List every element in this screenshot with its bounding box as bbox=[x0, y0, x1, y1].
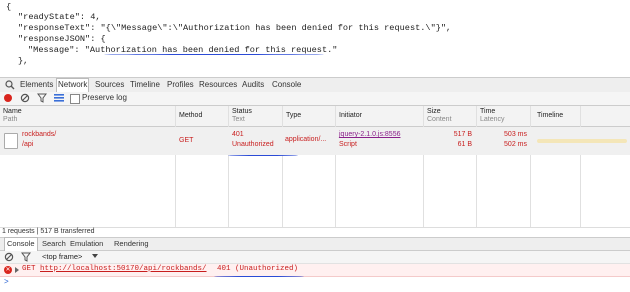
console-prompt[interactable]: > bbox=[0, 277, 630, 289]
tab-audits[interactable]: Audits bbox=[242, 79, 264, 91]
request-latency: 502 ms bbox=[504, 141, 527, 148]
console-url-link[interactable]: http://localhost:50170/api/rockbands/ bbox=[40, 265, 207, 273]
error-icon: ✕ bbox=[4, 266, 12, 274]
request-row[interactable]: rockbands/ /api GET 401 Unauthorized app… bbox=[0, 127, 630, 155]
response-json-view: { "readyState": 4, "responseText": "{\"M… bbox=[0, 0, 630, 68]
console-method: GET bbox=[22, 265, 36, 273]
drawer-tab-rendering[interactable]: Rendering bbox=[114, 238, 149, 250]
column-header-size[interactable]: Size Content bbox=[424, 106, 477, 127]
request-name: rockbands/ bbox=[22, 131, 57, 138]
clear-console-icon[interactable] bbox=[4, 252, 14, 262]
header-sublabel: Path bbox=[3, 116, 18, 123]
request-time: 503 ms bbox=[504, 131, 527, 138]
tab-console[interactable]: Console bbox=[272, 79, 301, 91]
filter-icon[interactable] bbox=[21, 252, 31, 262]
request-initiator-type: Script bbox=[339, 141, 357, 148]
drawer-tab-emulation[interactable]: Emulation bbox=[70, 238, 103, 250]
request-type: application/... bbox=[285, 136, 327, 143]
header-label: Time bbox=[480, 108, 496, 115]
document-icon bbox=[4, 133, 18, 149]
header-label: Timeline bbox=[537, 112, 564, 119]
json-line: }, bbox=[18, 56, 29, 66]
tab-network[interactable]: Network bbox=[56, 78, 90, 92]
checkbox-icon[interactable] bbox=[70, 94, 80, 104]
column-header-time[interactable]: Time Latency bbox=[477, 106, 531, 127]
header-label: Status bbox=[232, 108, 252, 115]
header-sublabel: Latency bbox=[480, 116, 505, 123]
header-label: Method bbox=[179, 112, 203, 119]
search-icon[interactable] bbox=[5, 80, 15, 90]
header-label: Initiator bbox=[339, 112, 362, 119]
tab-resources[interactable]: Resources bbox=[199, 79, 237, 91]
json-line: { bbox=[6, 2, 12, 12]
dropdown-icon[interactable] bbox=[92, 254, 98, 258]
filter-icon[interactable] bbox=[37, 93, 47, 103]
drawer-tab-console[interactable]: Console bbox=[4, 237, 38, 251]
tab-sources[interactable]: Sources bbox=[95, 79, 124, 91]
header-sublabel: Text bbox=[232, 116, 245, 123]
annotation-underline bbox=[104, 54, 324, 55]
drawer-tabbar: Console Search Emulation Rendering bbox=[0, 237, 630, 251]
preserve-log-label[interactable]: Preserve log bbox=[82, 93, 127, 102]
json-line: "responseJSON": { bbox=[18, 34, 106, 44]
header-sublabel: Content bbox=[427, 116, 452, 123]
console-error-message: ✕ GET http://localhost:50170/api/rockban… bbox=[0, 264, 630, 277]
console-status-code: 401 (Unauthorized) bbox=[217, 265, 299, 273]
annotation-underline bbox=[228, 155, 298, 156]
column-header-name[interactable]: Name Path bbox=[0, 106, 176, 127]
json-line: "responseText": "{\"Message\":\"Authoriz… bbox=[18, 23, 452, 33]
list-view-icon[interactable] bbox=[54, 94, 64, 102]
header-label: Name bbox=[3, 108, 22, 115]
request-path: /api bbox=[22, 141, 34, 148]
prompt-chevron: > bbox=[4, 277, 9, 286]
record-icon[interactable] bbox=[4, 94, 12, 102]
request-status: 401 bbox=[232, 131, 244, 138]
devtools-tabbar: Elements Network Sources Timeline Profil… bbox=[0, 77, 630, 93]
tab-timeline[interactable]: Timeline bbox=[130, 79, 160, 91]
clear-icon[interactable] bbox=[20, 93, 30, 103]
network-toolbar: Preserve log bbox=[0, 92, 630, 106]
console-toolbar: <top frame> bbox=[0, 251, 630, 264]
header-label: Size bbox=[427, 108, 441, 115]
expand-triangle-icon[interactable] bbox=[15, 267, 19, 273]
status-summary: 1 requests | 517 B transferred bbox=[2, 228, 95, 235]
request-status-text: Unauthorized bbox=[232, 141, 274, 148]
column-header-type[interactable]: Type bbox=[283, 106, 336, 127]
header-label: Type bbox=[286, 112, 302, 119]
json-line: "readyState": 4, bbox=[18, 12, 101, 22]
column-header-status[interactable]: Status Text bbox=[229, 106, 283, 127]
timeline-bar bbox=[537, 139, 627, 143]
tab-elements[interactable]: Elements bbox=[20, 79, 53, 91]
tab-profiles[interactable]: Profiles bbox=[167, 79, 194, 91]
request-content-size: 61 B bbox=[457, 141, 472, 148]
column-header-initiator[interactable]: Initiator bbox=[336, 106, 424, 127]
request-size: 517 B bbox=[453, 131, 472, 138]
request-method: GET bbox=[179, 137, 194, 144]
column-header-method[interactable]: Method bbox=[176, 106, 229, 127]
frame-selector[interactable]: <top frame> bbox=[42, 252, 82, 261]
drawer-tab-search[interactable]: Search bbox=[42, 238, 66, 250]
request-initiator-link[interactable]: jquery-2.1.0.js:8556 bbox=[339, 131, 400, 138]
